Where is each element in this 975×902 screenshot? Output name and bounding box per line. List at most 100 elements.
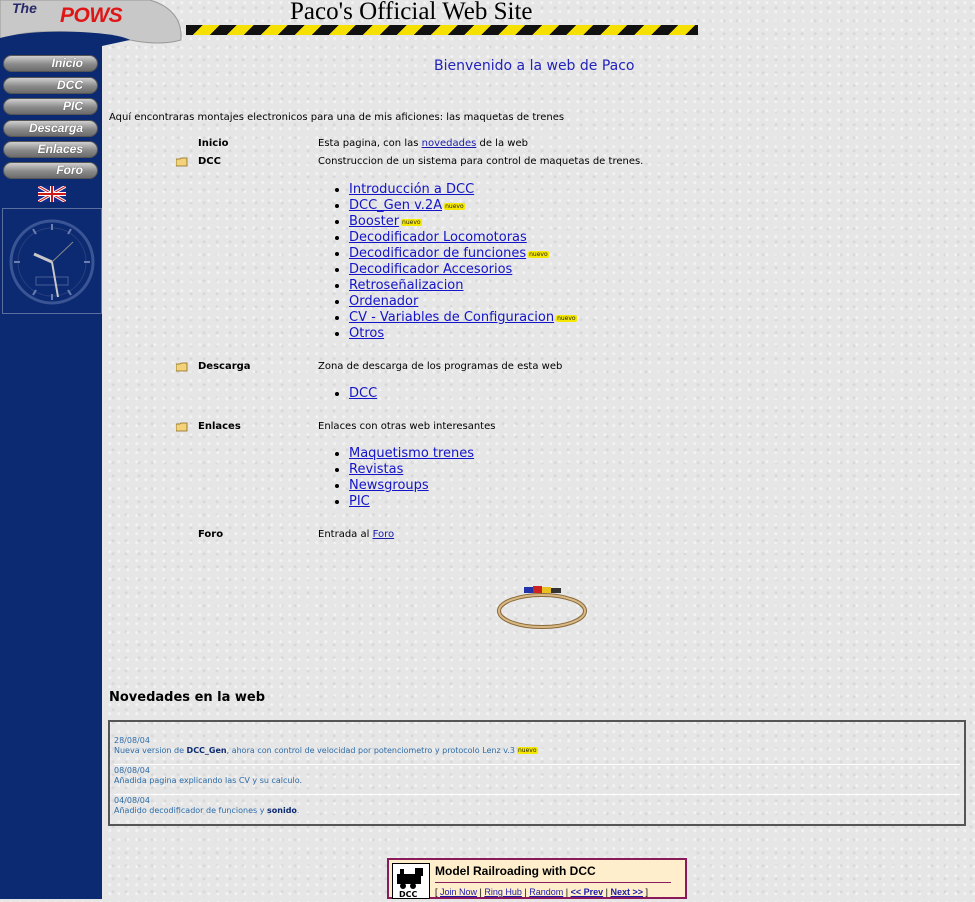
new-badge: nuevo	[401, 219, 422, 226]
news-date: 28/08/04	[114, 736, 150, 745]
clock-widget	[2, 208, 102, 314]
link-descarga-dcc[interactable]: DCC	[349, 386, 377, 401]
nav-foro-button[interactable]: Foro	[3, 162, 98, 179]
list-item: Otros	[349, 326, 577, 342]
logo-pows-text: POWS	[60, 4, 123, 27]
hazard-stripe	[186, 25, 698, 35]
section-descarga-desc: Zona de descarga de los programas de est…	[318, 361, 563, 372]
news-text: Añadida pagina explicando las CV y su ca…	[114, 776, 302, 785]
webring-hub-link[interactable]: Ring Hub	[484, 887, 522, 897]
link-revistas[interactable]: Revistas	[349, 462, 403, 477]
new-badge: nuevo	[444, 203, 465, 210]
foro-desc-pre: Entrada al	[318, 529, 373, 540]
uk-flag-icon[interactable]	[38, 186, 66, 202]
folder-icon	[176, 422, 188, 432]
descarga-link-list: DCC	[332, 386, 377, 402]
section-dcc-label: DCC	[198, 156, 221, 167]
webring-prev-link[interactable]: << Prev	[571, 887, 604, 897]
section-enlaces-label: Enlaces	[198, 421, 241, 432]
webring-random-link[interactable]: Random	[529, 887, 563, 897]
foro-link[interactable]: Foro	[373, 529, 395, 540]
logo-the-text: The	[12, 0, 37, 16]
inicio-desc-pre: Esta pagina, con las	[318, 138, 422, 149]
webring-links: [ Join Now | Ring Hub | Random | << Prev…	[435, 887, 649, 897]
link-introduccion-dcc[interactable]: Introducción a DCC	[349, 182, 474, 197]
svg-text:DCC: DCC	[399, 890, 418, 898]
link-otros[interactable]: Otros	[349, 326, 384, 341]
webring-title: Model Railroading with DCC	[435, 864, 596, 878]
section-inicio-desc: Esta pagina, con las novedades de la web	[318, 138, 528, 149]
link-newsgroups[interactable]: Newsgroups	[349, 478, 429, 493]
news-text-bold: sonido	[267, 806, 297, 815]
news-date: 08/08/04	[114, 766, 150, 775]
list-item: Boosternuevo	[349, 214, 577, 230]
folder-icon	[176, 362, 188, 372]
section-enlaces-desc: Enlaces con otras web interesantes	[318, 421, 496, 432]
list-item: Decodificador de funcionesnuevo	[349, 246, 577, 262]
intro-text: Aquí encontraras montajes electronicos p…	[109, 112, 565, 123]
nav-pic-button[interactable]: PIC	[3, 98, 98, 115]
divider	[435, 882, 671, 883]
news-item: 04/08/04 Añadido decodificador de funcio…	[114, 796, 960, 824]
news-text: Añadido decodificador de funciones y son…	[114, 806, 960, 816]
inicio-desc-post: de la web	[476, 138, 528, 149]
list-item: Decodificador Locomotoras	[349, 230, 577, 246]
list-item: Revistas	[349, 462, 474, 478]
section-dcc-desc: Construccion de un sistema para control …	[318, 156, 644, 167]
dcc-train-logo-icon: DCC	[392, 863, 430, 899]
list-item: Maquetismo trenes	[349, 446, 474, 462]
webring-join-link[interactable]: Join Now	[440, 887, 477, 897]
news-panel: 28/08/04 Nueva version de DCC_Gen, ahora…	[108, 720, 966, 826]
list-item: Decodificador Accesorios	[349, 262, 577, 278]
news-text: Nueva version de DCC_Gen, ahora con cont…	[114, 746, 960, 756]
link-pic[interactable]: PIC	[349, 494, 370, 509]
webring-next-link[interactable]: Next >>	[611, 887, 644, 897]
news-heading: Novedades en la web	[109, 690, 266, 705]
link-booster[interactable]: Booster	[349, 214, 399, 229]
list-item: Introducción a DCC	[349, 182, 577, 198]
link-ordenador[interactable]: Ordenador	[349, 294, 418, 309]
news-text-pre: Nueva version de	[114, 746, 187, 755]
link-decodificador-locomotoras[interactable]: Decodificador Locomotoras	[349, 230, 527, 245]
new-badge: nuevo	[556, 315, 577, 322]
folder-icon	[176, 157, 188, 167]
webring-banner: DCC Model Railroading with DCC [ Join No…	[387, 858, 687, 899]
nav-dcc-button[interactable]: DCC	[3, 77, 98, 94]
news-text-bold: DCC_Gen	[186, 746, 227, 755]
list-item: Newsgroups	[349, 478, 474, 494]
list-item: DCC_Gen v.2Anuevo	[349, 198, 577, 214]
link-dcc-gen[interactable]: DCC_Gen v.2A	[349, 198, 442, 213]
dcc-link-list: Introducción a DCC DCC_Gen v.2Anuevo Boo…	[332, 182, 577, 342]
section-inicio-label: Inicio	[198, 138, 229, 149]
new-badge: nuevo	[517, 747, 538, 754]
section-descarga-label: Descarga	[198, 361, 251, 372]
nav-inicio-button[interactable]: Inicio	[3, 55, 98, 72]
link-retrosenalizacion[interactable]: Retroseñalizacion	[349, 278, 464, 293]
new-badge: nuevo	[528, 251, 549, 258]
list-item: Retroseñalizacion	[349, 278, 577, 294]
toy-train-icon	[497, 586, 587, 629]
novedades-link[interactable]: novedades	[422, 138, 477, 149]
news-text-post: , ahora con control de velocidad por pot…	[226, 746, 515, 755]
link-maquetismo-trenes[interactable]: Maquetismo trenes	[349, 446, 474, 461]
nav-enlaces-button[interactable]: Enlaces	[3, 141, 98, 158]
news-text-post: .	[296, 806, 300, 815]
nav-descarga-button[interactable]: Descarga	[3, 120, 98, 137]
news-item: 08/08/04 Añadida pagina explicando las C…	[114, 766, 960, 795]
news-date: 04/08/04	[114, 796, 150, 805]
news-item: 28/08/04 Nueva version de DCC_Gen, ahora…	[114, 736, 960, 765]
site-title: Paco's Official Web Site	[290, 0, 533, 25]
section-foro-label: Foro	[198, 529, 224, 540]
link-decodificador-accesorios[interactable]: Decodificador Accesorios	[349, 262, 512, 277]
link-decodificador-funciones[interactable]: Decodificador de funciones	[349, 246, 526, 261]
section-foro-desc: Entrada al Foro	[318, 529, 394, 540]
news-text-pre: Añadido decodificador de funciones y	[114, 806, 267, 815]
analog-clock-icon	[9, 219, 95, 305]
list-item: DCC	[349, 386, 377, 402]
list-item: CV - Variables de Configuracionnuevo	[349, 310, 577, 326]
link-cv-variables[interactable]: CV - Variables de Configuracion	[349, 310, 554, 325]
welcome-heading: Bienvenido a la web de Paco	[434, 58, 635, 74]
list-item: PIC	[349, 494, 474, 510]
list-item: Ordenador	[349, 294, 577, 310]
enlaces-link-list: Maquetismo trenes Revistas Newsgroups PI…	[332, 446, 474, 510]
